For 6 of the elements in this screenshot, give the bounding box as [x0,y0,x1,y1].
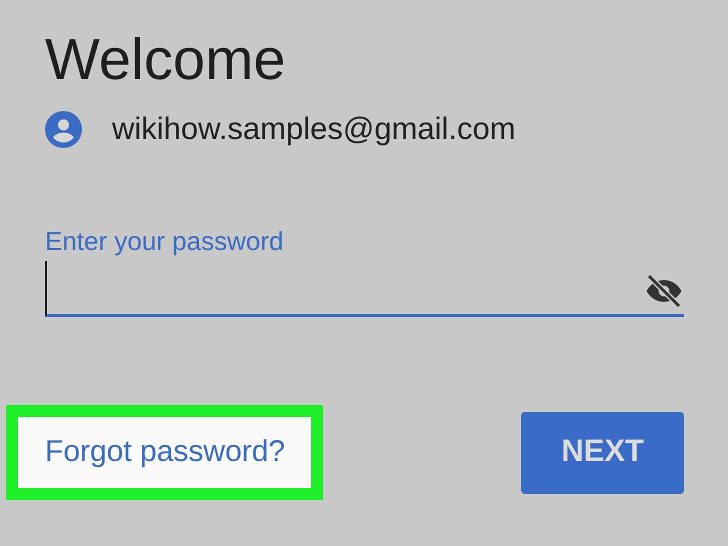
welcome-title: Welcome [45,28,287,92]
account-icon [45,110,82,148]
forgot-password-link[interactable]: Forgot password? [6,405,324,500]
next-button[interactable]: NEXT [521,412,684,494]
account-email: wikihow.samples@gmail.com [112,110,516,148]
field-label: Enter your password [45,225,284,258]
